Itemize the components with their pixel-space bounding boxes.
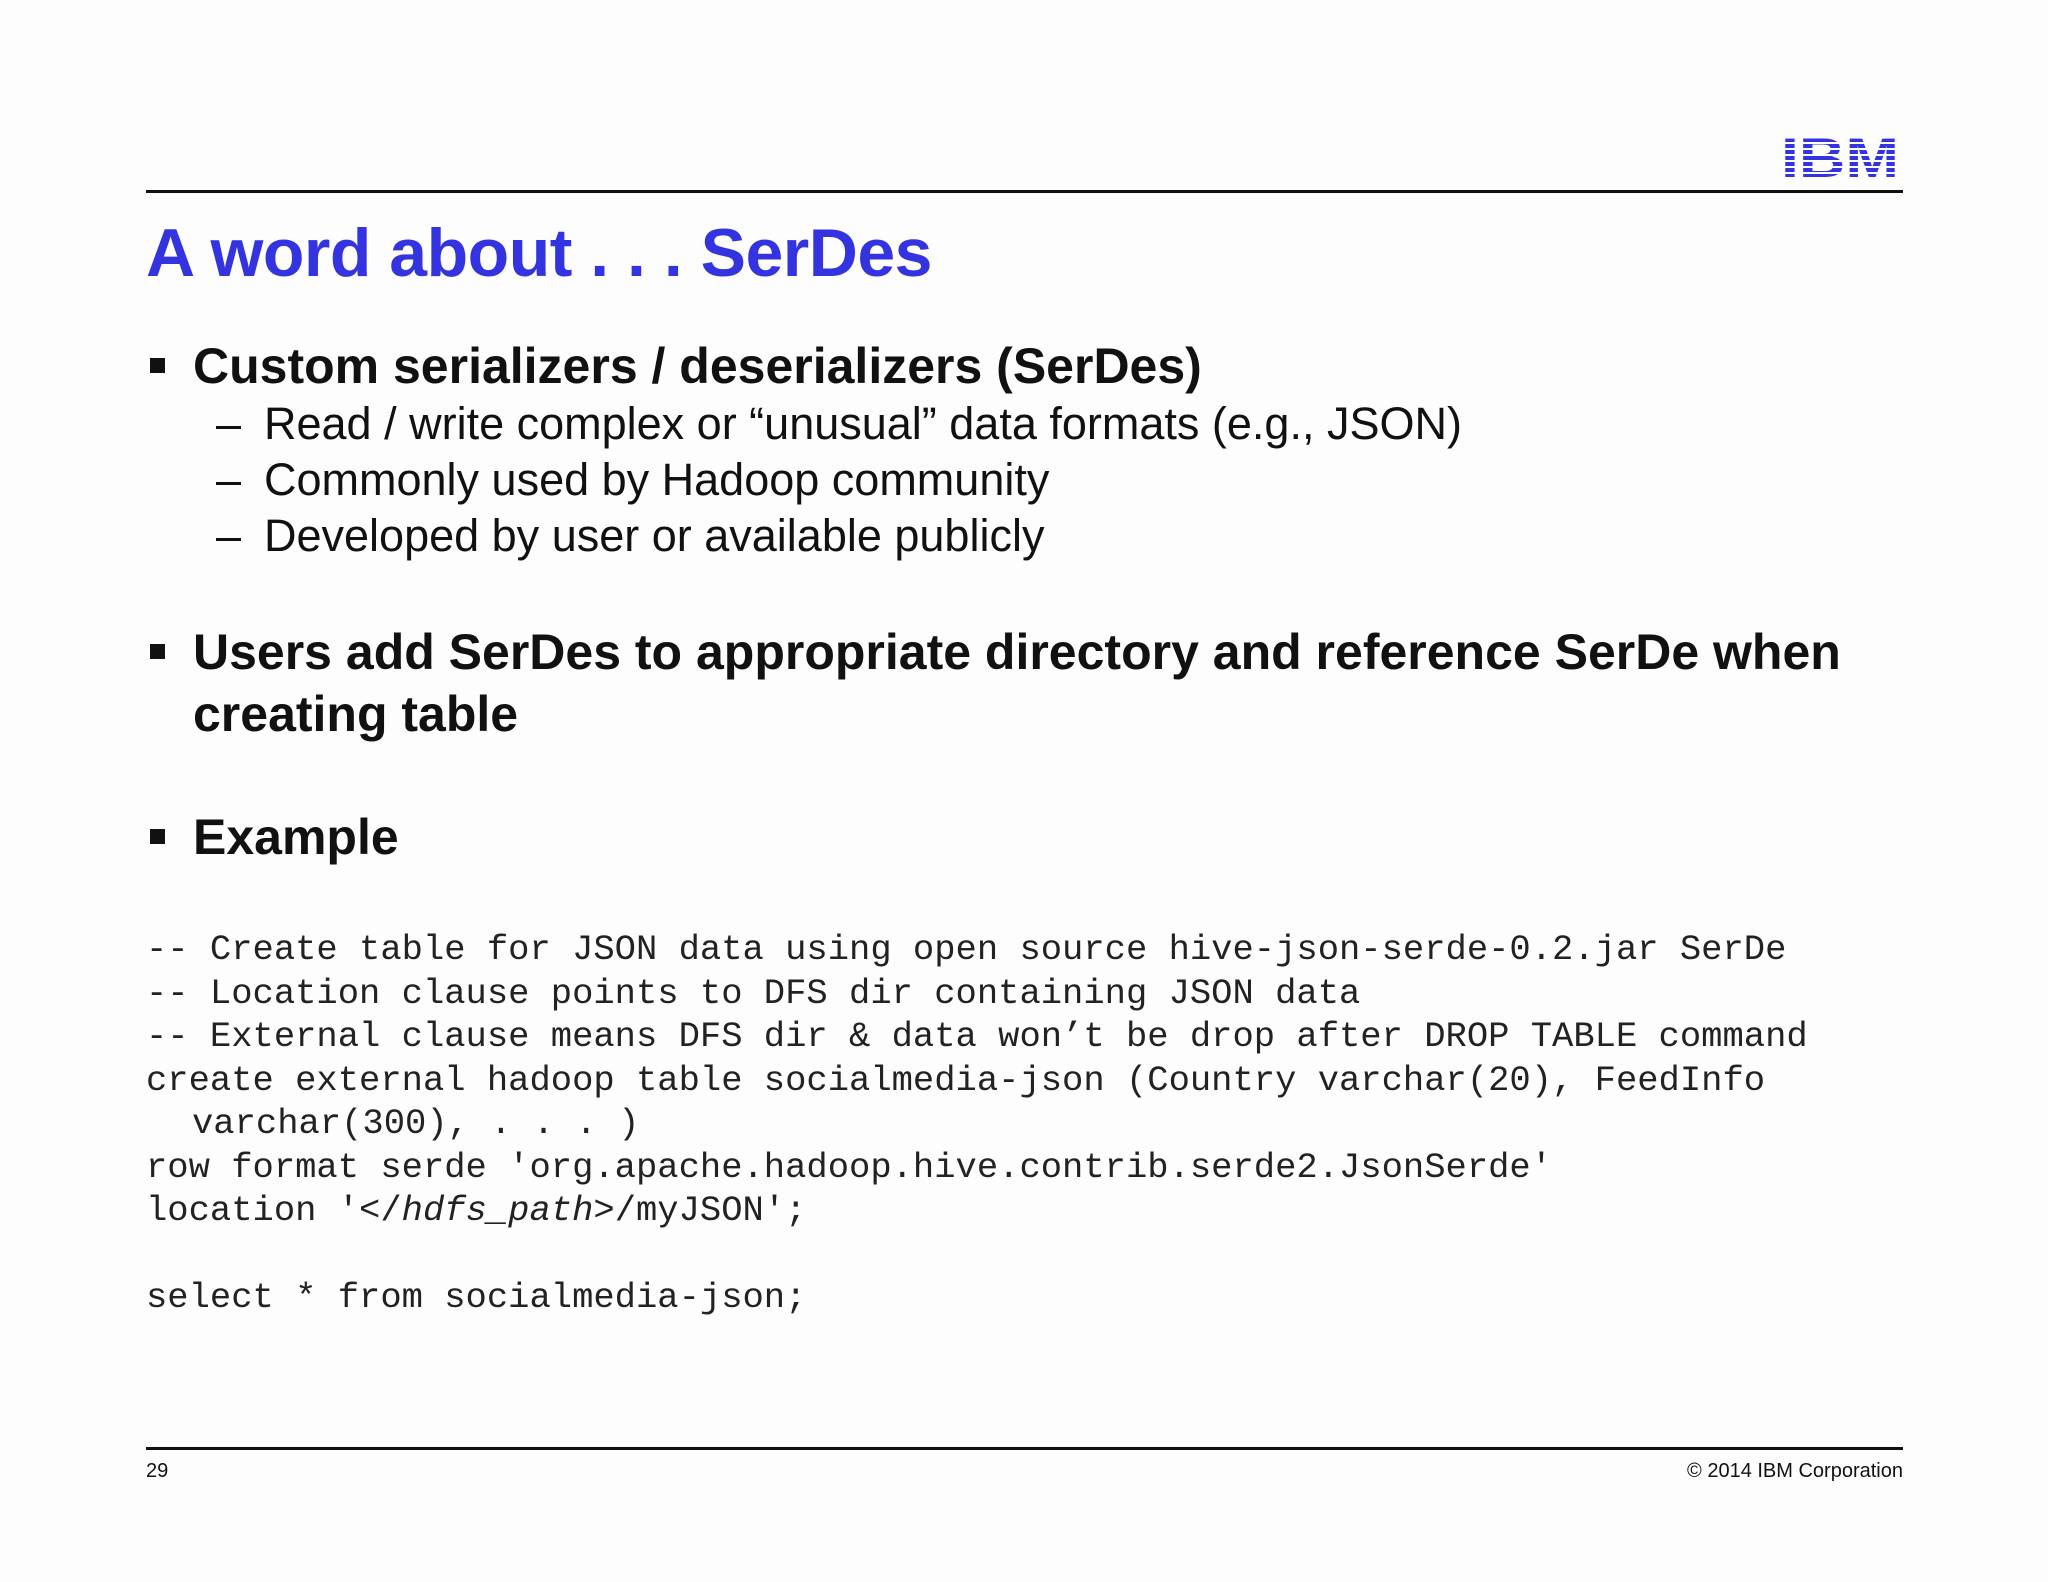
code-line: select * from socialmedia-json; (146, 1277, 807, 1318)
code-line: -- Location clause points to DFS dir con… (146, 972, 1361, 1014)
dash-icon: – (216, 398, 242, 449)
footer-divider (146, 1447, 1903, 1450)
square-bullet-icon (150, 644, 165, 659)
code-line: -- External clause means DFS dir & data … (146, 1016, 1808, 1057)
code-line: create external hadoop table socialmedia… (146, 1059, 1766, 1101)
code-example: -- Create table for JSON data using open… (146, 928, 1808, 1320)
square-bullet-icon (150, 829, 165, 844)
code-fragment: >/myJSON'; (593, 1190, 807, 1231)
bullet-text: Custom serializers / deserializers (SerD… (193, 338, 1202, 394)
sub-bullet-text: Read / write complex or “unusual” data f… (264, 398, 1462, 449)
sub-bullet-text: Developed by user or available publicly (264, 510, 1045, 561)
code-fragment: location '</ (146, 1190, 402, 1231)
dash-icon: – (216, 454, 242, 505)
ibm-logo: IBM (1780, 132, 1900, 180)
square-bullet-icon (150, 358, 165, 373)
copyright-notice: © 2014 IBM Corporation (1687, 1460, 1903, 1482)
sub-bullet-text: Commonly used by Hadoop community (264, 454, 1050, 505)
header-divider (146, 190, 1903, 193)
dash-icon: – (216, 510, 242, 561)
slide-title: A word about . . . SerDes (146, 215, 933, 291)
bullet-text: Example (193, 809, 399, 865)
bullet-text: Users add SerDes to appropriate director… (193, 624, 1841, 742)
code-line: location '</hdfs_path>/myJSON'; (146, 1189, 1808, 1233)
page-number: 29 (146, 1460, 169, 1482)
slide: IBM A word about . . . SerDes Custom ser… (0, 0, 2048, 1582)
code-line: row format serde 'org.apache.hadoop.hive… (146, 1146, 1553, 1188)
code-line: varchar(300), . . . ) (192, 1103, 640, 1144)
code-placeholder: hdfs_path (401, 1190, 594, 1231)
code-line: -- Create table for JSON data using open… (146, 929, 1787, 970)
